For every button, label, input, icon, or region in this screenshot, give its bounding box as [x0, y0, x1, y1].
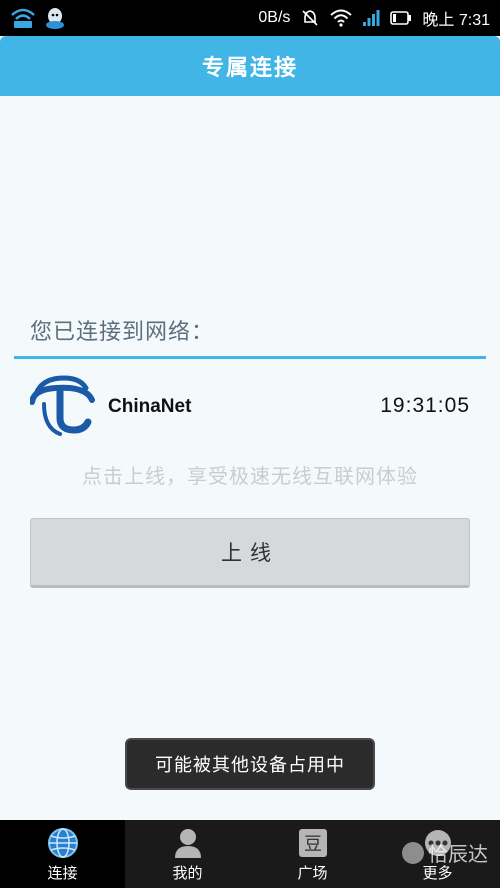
status-bar: 0B/s 晚上 7:31: [0, 0, 500, 36]
connected-label: 您已连接到网络：: [30, 320, 215, 345]
section-divider: [14, 356, 486, 359]
wifi-signal-icon: [330, 9, 353, 27]
cell-signal-icon: [362, 9, 380, 27]
bean-box-glyph: 豆: [304, 834, 322, 855]
go-online-button[interactable]: 上线: [30, 518, 470, 588]
nav-item-mine[interactable]: 我的: [125, 820, 250, 888]
connection-duration: 19:31:05: [380, 394, 470, 417]
watermark: 恰辰达: [402, 838, 488, 867]
mute-icon: [300, 8, 320, 28]
title-bar: 专属连接: [0, 36, 500, 96]
nav-item-connect[interactable]: 连接: [0, 820, 125, 888]
person-icon: [171, 826, 205, 860]
bean-box-icon: 豆: [296, 826, 330, 860]
network-name: ChinaNet: [108, 396, 192, 417]
watermark-text: 恰辰达: [428, 842, 488, 866]
nav-label: 广场: [297, 864, 328, 882]
nav-item-square[interactable]: 豆 广场: [250, 820, 375, 888]
nav-label: 我的: [172, 864, 203, 882]
watermark-logo-icon: [402, 841, 424, 864]
nav-label: 连接: [47, 864, 78, 882]
clock: 晚上 7:31: [422, 12, 490, 29]
page-title: 专属连接: [201, 56, 298, 81]
online-hint: 点击上线，享受极速无线互联网体验: [82, 464, 418, 488]
china-telecom-logo-icon: [29, 374, 96, 438]
qq-icon: [44, 7, 66, 29]
network-row: ChinaNet 19:31:05: [0, 372, 500, 442]
globe-icon: [46, 826, 80, 860]
battery-icon: [390, 10, 412, 26]
net-speed: 0B/s: [258, 9, 291, 26]
wifi-app-icon: [10, 7, 36, 29]
toast-message: 可能被其他设备占用中: [125, 738, 375, 790]
